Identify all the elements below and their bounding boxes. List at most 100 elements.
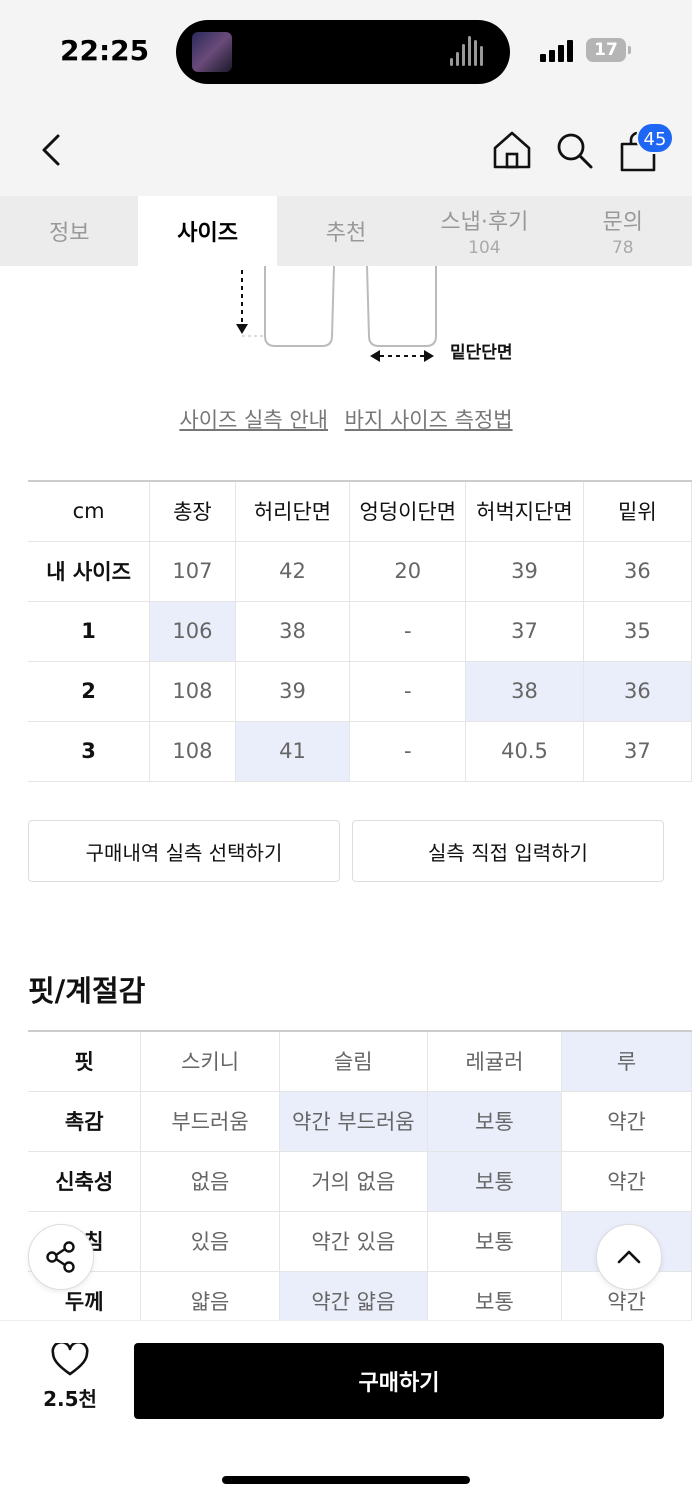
table-cell: - [349,660,467,722]
product-tabs: 정보 사이즈 추천 스냅·후기 104 문의 78 [0,196,692,266]
table-cell: 약간 있음 [278,1210,428,1272]
table-cell: 36 [582,660,692,722]
table-cell: 부드러움 [140,1090,280,1152]
album-art [192,32,232,72]
table-row: 내 사이즈 107 42 20 39 36 [28,540,692,602]
tab-label: 정보 [48,221,90,246]
bottom-purchase-bar: 2.5천 구매하기 [0,1320,692,1500]
cellular-signal-icon [540,40,576,62]
table-cell: 보통 [426,1150,563,1212]
row-header: 3 [28,720,151,782]
table-cell: 106 [149,600,236,662]
row-header: 내 사이즈 [28,540,151,602]
table-cell: 41 [234,720,351,782]
table-header-row: cm 총장 허리단면 엉덩이단면 허벅지단면 밑위 [28,480,692,542]
hem-width-label: 밑단단면 [450,343,513,363]
table-cell: 38 [234,600,351,662]
row-header: 2 [28,660,151,722]
tab-size[interactable]: 사이즈 [138,196,277,266]
size-guide-links: 사이즈 실측 안내 바지 사이즈 측정법 [0,404,692,434]
table-cell: 108 [149,660,236,722]
table-cell: 약간 부드러움 [278,1090,428,1152]
tab-count: 104 [468,238,501,258]
section-title: 핏/계절감 [28,974,146,1008]
chevron-up-icon [617,1250,641,1264]
dynamic-island[interactable] [176,20,510,84]
table-cell: - [349,720,467,782]
table-row: 2 108 39 - 38 36 [28,660,692,722]
table-cell: 107 [149,540,236,602]
column-header: 총장 [149,480,236,542]
table-cell: 슬림 [278,1030,428,1092]
row-header: 촉감 [28,1090,142,1152]
pants-illustration [236,265,437,362]
measure-guide-link[interactable]: 바지 사이즈 측정법 [345,408,513,432]
select-purchase-history-button[interactable]: 구매내역 실측 선택하기 [28,820,340,882]
home-indicator[interactable] [222,1476,470,1484]
table-row: 비침 있음 약간 있음 보통 거의 [28,1210,692,1272]
table-cell: 37 [582,720,692,782]
table-row: 3 108 41 - 40.5 37 [28,720,692,782]
heart-icon [51,1340,89,1376]
table-cell: 37 [465,600,584,662]
table-cell: 있음 [140,1210,280,1272]
tab-label: 사이즈 [177,221,238,246]
tab-count: 78 [611,238,634,258]
tab-label: 문의 [602,210,643,235]
table-row: 1 106 38 - 37 35 [28,600,692,662]
table-cell: 40.5 [465,720,584,782]
row-header: 핏 [28,1030,142,1092]
table-cell: 35 [582,600,692,662]
back-arrow-icon[interactable] [34,130,74,170]
table-cell: 약간 [561,1150,692,1212]
share-icon [46,1241,75,1273]
table-cell: 보통 [426,1090,563,1152]
home-icon[interactable] [490,128,534,172]
share-button[interactable] [28,1224,94,1290]
buy-button[interactable]: 구매하기 [134,1343,664,1419]
fit-season-table: 핏 스키니 슬림 레귤러 루 촉감 부드러움 약간 부드러움 보통 약간 신축성… [28,1030,692,1332]
table-cell: 없음 [140,1150,280,1212]
like-button[interactable]: 2.5천 [30,1340,110,1412]
column-header: cm [28,480,151,542]
measurement-buttons: 구매내역 실측 선택하기 실측 직접 입력하기 [28,820,664,882]
table-cell: 38 [465,660,584,722]
table-cell: 20 [349,540,467,602]
size-table: cm 총장 허리단면 엉덩이단면 허벅지단면 밑위 내 사이즈 107 42 2… [28,480,692,782]
table-row: 핏 스키니 슬림 레귤러 루 [28,1030,692,1092]
table-cell: - [349,600,467,662]
table-cell: 39 [234,660,351,722]
table-cell: 39 [465,540,584,602]
audio-waveform-icon [450,34,490,70]
row-header: 신축성 [28,1150,142,1212]
tab-label: 추천 [325,221,367,246]
table-cell: 루 [561,1030,692,1092]
scroll-to-top-button[interactable] [596,1224,662,1290]
column-header: 엉덩이단면 [349,480,467,542]
tab-snap-review[interactable]: 스냅·후기 104 [415,196,553,266]
status-bar: 22:25 17 [0,0,692,104]
table-cell: 42 [234,540,351,602]
column-header: 밑위 [582,480,692,542]
table-cell: 스키니 [140,1030,280,1092]
tab-recommend[interactable]: 추천 [277,196,415,266]
table-row: 촉감 부드러움 약간 부드러움 보통 약간 [28,1090,692,1152]
table-cell: 보통 [426,1210,563,1272]
status-time: 22:25 [60,34,150,67]
table-row: 신축성 없음 거의 없음 보통 약간 [28,1150,692,1212]
column-header: 허벅지단면 [465,480,584,542]
cart-count-badge: 45 [636,122,674,154]
direct-input-button[interactable]: 실측 직접 입력하기 [352,820,664,882]
table-cell: 36 [582,540,692,602]
tab-info[interactable]: 정보 [0,196,138,266]
size-guide-link[interactable]: 사이즈 실측 안내 [179,408,328,432]
column-header: 허리단면 [234,480,351,542]
battery-icon: 17 [586,38,631,62]
table-cell: 108 [149,720,236,782]
table-cell: 레귤러 [426,1030,563,1092]
search-icon[interactable] [554,130,594,170]
tab-inquiry[interactable]: 문의 78 [554,196,692,266]
row-header: 1 [28,600,151,662]
like-count: 2.5천 [43,1387,97,1411]
top-nav [0,104,692,196]
